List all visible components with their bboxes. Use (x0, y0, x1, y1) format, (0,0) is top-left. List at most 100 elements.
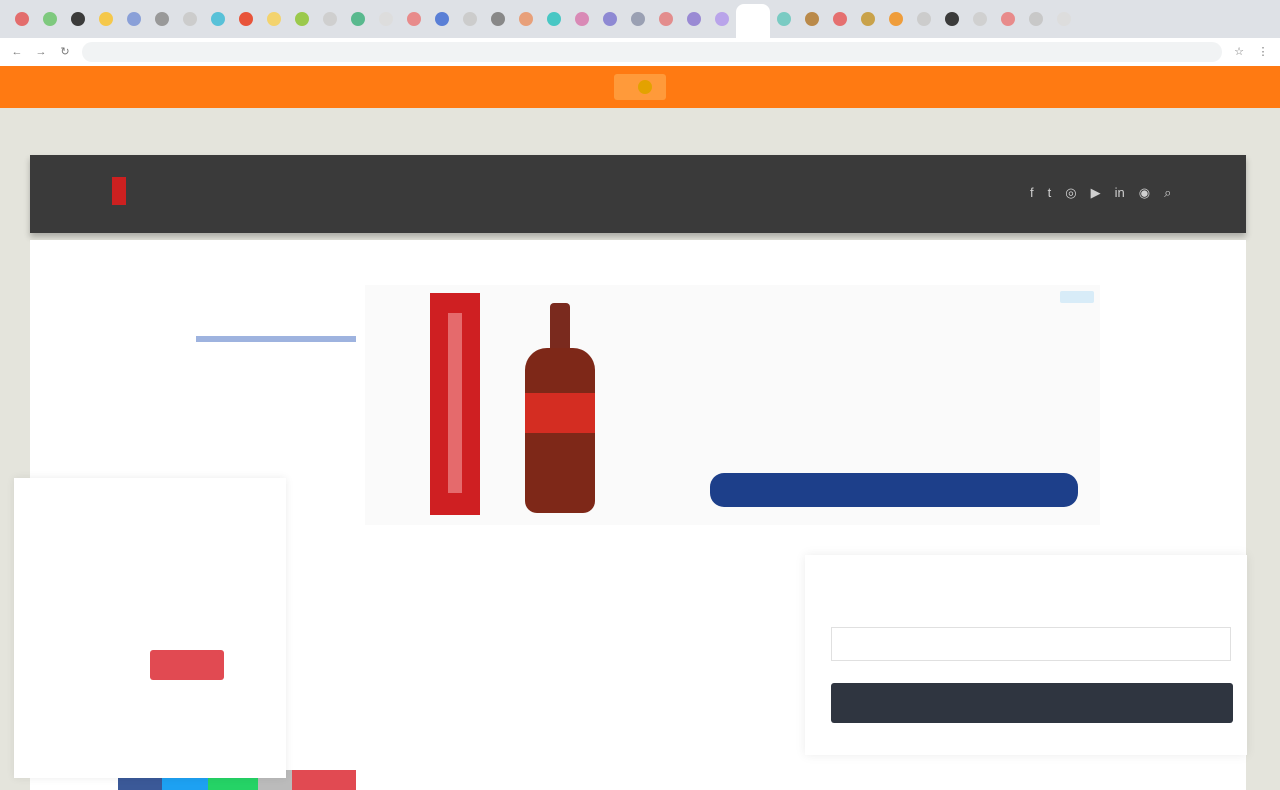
ad-brand-vertical-text (448, 313, 462, 493)
browser-tab[interactable] (512, 4, 540, 34)
browser-tab[interactable] (288, 4, 316, 34)
tab-favicon-icon (71, 12, 85, 26)
cookie-accept-button[interactable] (150, 650, 224, 680)
tab-favicon-icon (351, 12, 365, 26)
browser-tab[interactable] (484, 4, 512, 34)
browser-tab-strip (0, 0, 1280, 38)
promo-banner[interactable] (0, 66, 1280, 108)
browser-tab[interactable] (854, 4, 882, 34)
address-bar[interactable] (82, 42, 1222, 62)
browser-tab[interactable] (540, 4, 568, 34)
browser-tab[interactable] (882, 4, 910, 34)
reload-icon[interactable]: ↻ (58, 45, 72, 59)
forward-arrow-icon[interactable]: → (34, 45, 48, 59)
browser-tab[interactable] (736, 4, 770, 38)
tab-favicon-icon (295, 12, 309, 26)
tab-favicon-icon (547, 12, 561, 26)
ad-choices-badge[interactable] (1060, 291, 1094, 303)
newsletter-email-input[interactable] (831, 627, 1231, 661)
tab-favicon-icon (43, 12, 57, 26)
browser-tab[interactable] (966, 4, 994, 34)
ad-cta-button[interactable] (710, 473, 1078, 507)
browser-tab[interactable] (568, 4, 596, 34)
cookie-notice (14, 478, 286, 778)
browser-tab[interactable] (36, 4, 64, 34)
browser-tab[interactable] (232, 4, 260, 34)
instagram-icon[interactable]: ◎ (1065, 185, 1076, 201)
tab-favicon-icon (519, 12, 533, 26)
browser-tab[interactable] (596, 4, 624, 34)
search-icon[interactable]: ⌕ (1164, 185, 1171, 201)
browser-tab[interactable] (372, 4, 400, 34)
tab-favicon-icon (323, 12, 337, 26)
browser-tab[interactable] (456, 4, 484, 34)
browser-tab[interactable] (64, 4, 92, 34)
banner-ad[interactable] (365, 285, 1100, 525)
site-navbar: f t ◎ ▶ in ◉ ⌕ (30, 155, 1246, 233)
youtube-icon[interactable]: ▶ (1091, 185, 1101, 201)
browser-tab[interactable] (798, 4, 826, 34)
browser-tab[interactable] (120, 4, 148, 34)
extensions-icon[interactable]: ⋮ (1256, 45, 1270, 59)
browser-tab[interactable] (260, 4, 288, 34)
sponsor-ad[interactable] (196, 330, 361, 420)
tab-favicon-icon (127, 12, 141, 26)
sponsor-tagline-bar (196, 336, 356, 342)
tab-favicon-icon (917, 12, 931, 26)
browser-tab[interactable] (400, 4, 428, 34)
tab-favicon-icon (687, 12, 701, 26)
browser-tab[interactable] (652, 4, 680, 34)
tab-favicon-icon (463, 12, 477, 26)
rss-icon[interactable]: ◉ (1139, 185, 1150, 201)
tab-favicon-icon (183, 12, 197, 26)
tab-favicon-icon (603, 12, 617, 26)
tab-favicon-icon (155, 12, 169, 26)
tab-favicon-icon (435, 12, 449, 26)
tab-favicon-icon (99, 12, 113, 26)
browser-tab[interactable] (910, 4, 938, 34)
tab-favicon-icon (407, 12, 421, 26)
browser-tab[interactable] (938, 4, 966, 34)
tab-favicon-icon (777, 12, 791, 26)
tab-favicon-icon (575, 12, 589, 26)
browser-tab[interactable] (8, 4, 36, 34)
tab-favicon-icon (659, 12, 673, 26)
logo-mark-icon (112, 177, 126, 205)
browser-tab[interactable] (708, 4, 736, 34)
facebook-icon[interactable]: f (1030, 185, 1034, 201)
tab-favicon-icon (805, 12, 819, 26)
browser-tab[interactable] (1022, 4, 1050, 34)
linkedin-icon[interactable]: in (1115, 185, 1125, 201)
browser-tab[interactable] (344, 4, 372, 34)
browser-tab[interactable] (92, 4, 120, 34)
bottle-label (525, 393, 595, 433)
tab-favicon-icon (1029, 12, 1043, 26)
tab-favicon-icon (715, 12, 729, 26)
site-logo[interactable] (112, 177, 130, 205)
tab-favicon-icon (491, 12, 505, 26)
browser-tab[interactable] (994, 4, 1022, 34)
tab-favicon-icon (889, 12, 903, 26)
tab-favicon-icon (746, 14, 760, 28)
browser-tab[interactable] (148, 4, 176, 34)
browser-tab[interactable] (316, 4, 344, 34)
back-arrow-icon[interactable]: ← (10, 45, 24, 59)
browser-tab[interactable] (624, 4, 652, 34)
bookmark-star-icon[interactable]: ☆ (1232, 45, 1246, 59)
promo-banner-inner[interactable] (614, 74, 666, 100)
tab-favicon-icon (15, 12, 29, 26)
browser-tab[interactable] (428, 4, 456, 34)
more-share-button[interactable] (292, 770, 356, 790)
soda-bottle-image (525, 303, 595, 513)
browser-tab[interactable] (1050, 4, 1078, 34)
tab-favicon-icon (1001, 12, 1015, 26)
browser-tab[interactable] (176, 4, 204, 34)
browser-tab[interactable] (680, 4, 708, 34)
twitter-icon[interactable]: t (1048, 185, 1052, 201)
browser-tab[interactable] (204, 4, 232, 34)
newsletter-subscribe-button[interactable] (831, 683, 1233, 723)
browser-tab[interactable] (770, 4, 798, 34)
browser-tab[interactable] (826, 4, 854, 34)
tab-favicon-icon (379, 12, 393, 26)
tab-favicon-icon (861, 12, 875, 26)
